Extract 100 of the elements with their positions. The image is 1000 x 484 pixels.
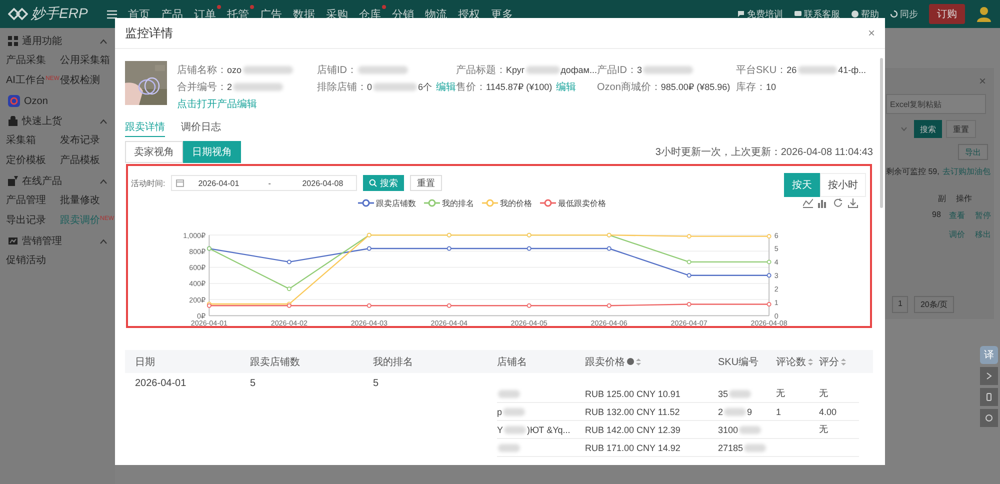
edit-link[interactable]: 编辑 — [556, 80, 576, 94]
action-link[interactable]: 查看 — [948, 210, 965, 221]
legend-item[interactable]: 我的排名 — [424, 198, 474, 209]
page-size-select[interactable]: 20条/页 — [914, 296, 954, 313]
scrollbar[interactable] — [880, 58, 883, 208]
action-link[interactable]: 暂停 — [974, 210, 991, 221]
point — [526, 246, 532, 250]
sort-icon[interactable] — [841, 358, 846, 366]
sort-icon[interactable] — [636, 358, 641, 366]
column-header: 副 — [938, 193, 946, 204]
search-button[interactable]: 搜索 — [363, 175, 404, 191]
sidebar-section-header[interactable]: 通用功能 — [0, 31, 115, 51]
menu-icon[interactable] — [106, 10, 117, 18]
sidebar-item[interactable]: 侵权检测 — [60, 71, 114, 91]
nav-link[interactable]: 联系客服 — [794, 8, 840, 20]
sidebar-section-header[interactable]: 快速上货 — [0, 111, 115, 131]
line-chart-icon[interactable] — [803, 198, 813, 208]
sidebar-item[interactable]: 公用采集箱 — [60, 51, 114, 71]
point — [366, 246, 372, 250]
blurred-text — [739, 426, 762, 434]
grid-icon — [8, 36, 18, 46]
legend-item[interactable]: 最低跟卖价格 — [540, 198, 606, 209]
order-link[interactable]: 去订购加油包 — [942, 166, 990, 177]
column-header: 评论数 — [776, 354, 819, 368]
action-link[interactable]: 移出 — [974, 229, 991, 240]
table-cell: 2 — [718, 406, 724, 416]
column-header: 日期 — [134, 356, 156, 368]
input-field[interactable]: Excel复制粘贴 — [886, 94, 986, 114]
reset-button[interactable]: 重置 — [946, 120, 976, 138]
table-cell: 1 — [776, 406, 782, 416]
point — [446, 302, 452, 308]
bar-chart-icon[interactable] — [818, 198, 828, 208]
granularity-toggle[interactable]: 按小时 — [820, 173, 866, 197]
sidebar-item[interactable]: AI工作台$^{NEW}$ — [6, 71, 60, 91]
sidebar-item[interactable]: 批量修改 — [60, 191, 114, 211]
download-icon[interactable] — [848, 198, 858, 208]
page-number[interactable]: 1 — [892, 296, 908, 313]
sidebar-item[interactable]: 采集箱 — [6, 131, 60, 151]
field-label: 产品标题： — [456, 64, 506, 77]
blurred-text — [498, 444, 520, 452]
sidebar-item[interactable]: 产品模板 — [60, 151, 114, 171]
edit-link[interactable]: 编辑 — [436, 80, 456, 94]
close-button[interactable]: × — [868, 26, 875, 40]
legend-item[interactable]: 我的价格 — [482, 198, 532, 209]
sidebar-item[interactable]: 产品采集 — [6, 51, 60, 71]
sidebar-item[interactable]: 定价模板 — [6, 151, 60, 171]
sidebar-section-title: 营销管理 — [22, 234, 63, 248]
view-tab[interactable]: 卖家视角 — [125, 141, 183, 163]
field-label: 店铺名称： — [177, 64, 227, 77]
order-button[interactable]: 订购 — [929, 4, 965, 24]
table-cell-text: RUB 142.00 CNY 12.39 — [585, 424, 682, 434]
point — [766, 302, 772, 306]
date-range-field[interactable]: 2026-04-01 - 2026-04-08 — [171, 175, 358, 191]
service-button[interactable] — [980, 409, 998, 427]
platform-header[interactable]: Ozon — [0, 91, 115, 111]
sidebar-section-header[interactable]: 营销管理 — [0, 231, 115, 251]
chevron-button[interactable] — [980, 367, 998, 385]
sidebar-item[interactable]: 导出记录 — [6, 211, 60, 231]
action-link[interactable]: 调价 — [948, 229, 965, 240]
sidebar-item[interactable]: 促销活动 — [6, 251, 60, 271]
field-label: 产品ID： — [597, 64, 637, 77]
tab[interactable]: 跟卖详情 — [125, 120, 165, 137]
table-cell: )ЮТ &Yq... — [527, 424, 570, 434]
mobile-button[interactable] — [980, 388, 998, 406]
field-value: 1145.87₽ (¥100) — [486, 82, 552, 92]
table-cell: 27185 — [718, 442, 744, 452]
column-header: 操作 — [956, 193, 972, 204]
view-tab[interactable]: 日期视角 — [183, 141, 241, 163]
field-value: дофам... — [560, 65, 597, 75]
table-cell: 9 — [747, 406, 752, 416]
open-product-editor-link[interactable]: 点击打开产品编辑 — [177, 97, 866, 111]
nav-link[interactable]: 免费培训 — [737, 8, 783, 20]
blurred-text — [744, 444, 766, 452]
legend-item[interactable]: 跟卖店铺数 — [358, 198, 416, 209]
export-button[interactable]: 导出 — [958, 144, 988, 160]
nav-link[interactable]: 帮助 — [851, 8, 879, 20]
table-cell: 35 — [718, 388, 728, 398]
field-label: 售价： — [456, 81, 486, 94]
field-value: ozo — [227, 65, 242, 75]
tab[interactable]: 调价日志 — [181, 120, 221, 137]
logo-text: 妙手ERP — [31, 5, 88, 23]
field-label: 店铺ID： — [317, 64, 357, 77]
translate-button[interactable]: 译 — [980, 346, 998, 364]
close-icon[interactable]: × — [978, 74, 986, 88]
refresh-icon[interactable] — [833, 198, 843, 208]
edit-icon — [8, 176, 18, 186]
search-button[interactable]: 搜索 — [914, 120, 942, 138]
avatar-icon[interactable] — [976, 6, 992, 22]
granularity-toggle[interactable]: 按天 — [784, 173, 820, 197]
sidebar-item[interactable]: 发布记录 — [60, 131, 114, 151]
sort-icon[interactable] — [808, 358, 813, 366]
sidebar-section-header[interactable]: 在线产品 — [0, 171, 115, 191]
sidebar-item[interactable]: 产品管理 — [6, 191, 60, 211]
reset-button[interactable]: 重置 — [410, 175, 442, 191]
field-label: Ozon商城价： — [597, 80, 661, 94]
table-cell: 3100 — [718, 424, 738, 434]
nav-link[interactable]: 同步 — [890, 8, 918, 20]
platform-name: Ozon — [24, 96, 48, 106]
field-value: 10 — [766, 82, 776, 92]
column-header: 店铺名 — [497, 356, 528, 368]
